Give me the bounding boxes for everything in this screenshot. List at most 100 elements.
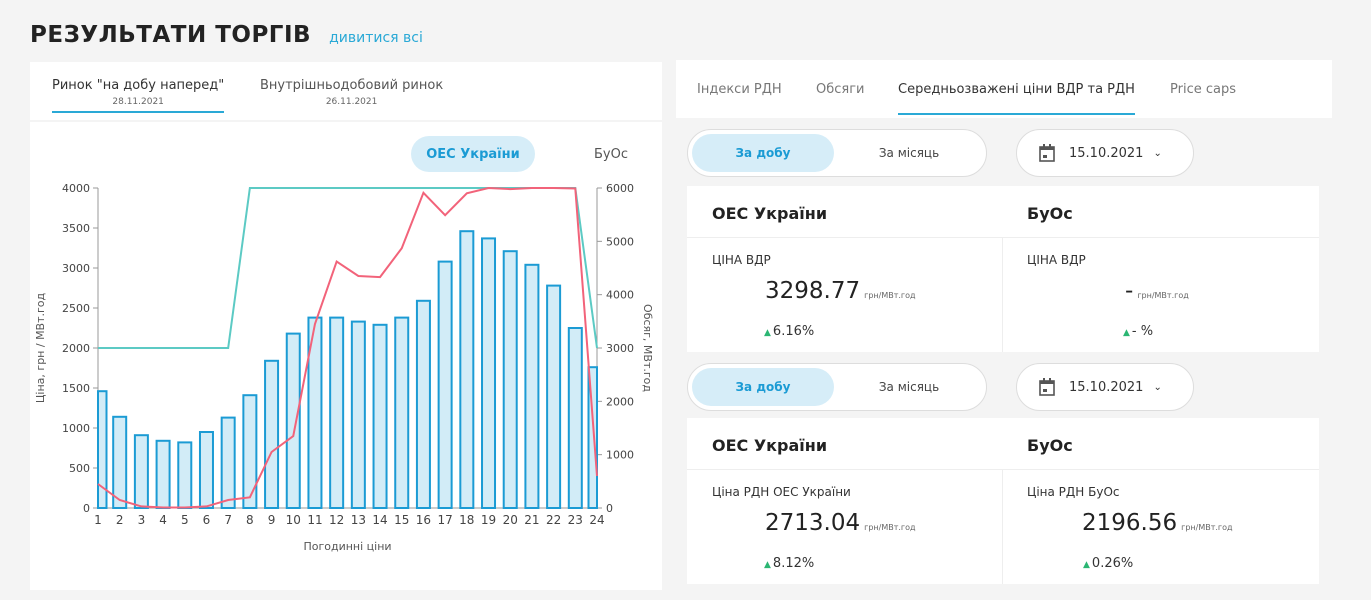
y2-tick-label: 5000 <box>606 235 634 248</box>
price-number: 2196.56 <box>1082 510 1178 536</box>
y2-tick-label: 6000 <box>606 182 634 195</box>
price-change-buos: ▲ 0.26% <box>1083 556 1133 571</box>
period-toggle-2: За добу За місяць <box>687 363 987 411</box>
price-value-buos: - грн/МВт.год <box>1125 278 1189 304</box>
price-bar <box>567 327 583 509</box>
tab-intraday-market[interactable]: Внутрішньодобовий ринок 26.11.2021 <box>260 78 443 107</box>
date-picker-2[interactable]: 15.10.2021 ⌄ <box>1016 363 1194 411</box>
panel-body: ЦІНА ВДР 3298.77 грн/МВт.год ▲ 6.16% ЦІНА … <box>687 238 1319 352</box>
y2-tick-label: 0 <box>606 502 613 515</box>
per-month-button[interactable]: За місяць <box>838 134 980 172</box>
y-tick-label: 4000 <box>62 182 90 195</box>
market-tabs: Ринок "на добу наперед" 28.11.2021 Внутр… <box>30 62 662 120</box>
x-tick-label: 1 <box>94 513 102 527</box>
triangle-up-icon: ▲ <box>1083 560 1090 570</box>
price-bar <box>264 359 280 509</box>
price-change-buos: ▲ - % <box>1123 324 1153 339</box>
tab-label: Внутрішньодобовий ринок <box>260 78 444 93</box>
x-tick-label: 22 <box>546 513 561 527</box>
x-tick-label: 19 <box>481 513 496 527</box>
per-day-button[interactable]: За добу <box>692 368 834 406</box>
y-tick-label: 500 <box>69 462 90 475</box>
price-bar <box>177 441 193 509</box>
y-tick-label: 2000 <box>62 342 90 355</box>
column-title-buos: БуОс <box>1027 436 1073 455</box>
per-day-button[interactable]: За добу <box>692 134 834 172</box>
price-bar <box>394 316 410 509</box>
right-tabs: Індекси РДН Обсяги Середньозважені ціни … <box>676 60 1332 118</box>
price-number: 3298.77 <box>765 278 861 304</box>
price-bar <box>437 260 453 509</box>
price-bar <box>133 434 149 510</box>
column-divider <box>1002 238 1003 352</box>
x-axis-label: Погодинні ціни <box>303 540 391 553</box>
y2-axis-label: Обсяг, МВт.год <box>641 304 654 392</box>
chevron-down-icon: ⌄ <box>1153 381 1162 393</box>
tab-day-ahead-market[interactable]: Ринок "на добу наперед" 28.11.2021 <box>52 78 225 113</box>
view-all-link[interactable]: дивитися всі <box>329 30 423 46</box>
price-bar <box>459 230 475 509</box>
price-bar <box>112 415 128 509</box>
y2-tick-label: 4000 <box>606 289 634 302</box>
date-value: 15.10.2021 <box>1069 145 1144 161</box>
y-tick-label: 1500 <box>62 382 90 395</box>
x-tick-label: 16 <box>416 513 431 527</box>
x-tick-label: 15 <box>394 513 409 527</box>
date-picker[interactable]: 15.10.2021 ⌄ <box>1016 129 1194 177</box>
price-bar <box>350 320 366 509</box>
price-value-buos: 2196.56 грн/МВт.год <box>1082 510 1233 536</box>
trading-results-card: Ринок "на добу наперед" 28.11.2021 Внутр… <box>30 62 662 590</box>
price-value-oes: 2713.04 грн/МВт.год <box>765 510 916 536</box>
price-bar <box>524 263 540 509</box>
calendar-icon <box>1039 378 1055 396</box>
price-label-buos: Ціна РДН БуОс <box>1027 485 1120 499</box>
x-tick-label: 6 <box>203 513 211 527</box>
x-tick-label: 23 <box>568 513 583 527</box>
tab-price-caps[interactable]: Price caps <box>1170 82 1236 97</box>
x-tick-label: 5 <box>181 513 189 527</box>
triangle-up-icon: ▲ <box>764 560 771 570</box>
column-title-oes: ОЕС України <box>712 204 828 223</box>
chart-toggle-buos[interactable]: БуОс <box>586 136 636 172</box>
x-tick-label: 11 <box>307 513 322 527</box>
x-tick-label: 24 <box>589 513 604 527</box>
price-bar <box>481 237 497 510</box>
period-toggle: За добу За місяць <box>687 129 987 177</box>
section-header: РЕЗУЛЬТАТИ ТОРГІВ дивитися всі <box>30 22 423 48</box>
triangle-up-icon: ▲ <box>764 328 771 338</box>
y-tick-label: 2500 <box>62 302 90 315</box>
chart-area: ОЕС України БуОс 0 500 1000 1500 2000 2500 300… <box>30 122 662 590</box>
x-tick-label: 3 <box>138 513 146 527</box>
y-axis-label: Ціна, грн / МВт.год <box>34 292 47 403</box>
tab-rdn-indices[interactable]: Індекси РДН <box>697 82 782 97</box>
change-value: 0.26% <box>1091 556 1134 571</box>
vdr-price-panel: ОЕС України БуОс ЦІНА ВДР 3298.77 грн/МВт… <box>687 186 1319 352</box>
y-tick-label: 1000 <box>62 422 90 435</box>
price-label-buos: ЦІНА ВДР <box>1027 253 1086 267</box>
price-change-oes: ▲ 8.12% <box>764 556 814 571</box>
x-tick-label: 8 <box>246 513 254 527</box>
price-number: 2713.04 <box>765 510 861 536</box>
tab-volumes[interactable]: Обсяги <box>816 82 865 97</box>
hourly-prices-chart: 0 500 1000 1500 2000 2500 3000 3500 4000 0 1000 200… <box>34 182 654 553</box>
x-tick-label: 20 <box>503 513 518 527</box>
chart-toggle-oes[interactable]: ОЕС України <box>411 136 535 172</box>
tab-date: 28.11.2021 <box>112 97 164 107</box>
price-bar <box>546 284 562 509</box>
panel-header: ОЕС України БуОс <box>687 186 1319 238</box>
page-title: РЕЗУЛЬТАТИ ТОРГІВ <box>30 22 312 48</box>
x-tick-label: 9 <box>268 513 276 527</box>
price-bar <box>502 250 518 509</box>
per-month-button[interactable]: За місяць <box>838 368 980 406</box>
price-bar <box>329 316 345 509</box>
tab-label: Ринок "на добу наперед" <box>52 78 225 93</box>
price-bar <box>155 439 171 509</box>
column-divider <box>1002 470 1003 584</box>
date-value: 15.10.2021 <box>1069 379 1144 395</box>
x-tick-label: 7 <box>224 513 232 527</box>
price-unit: грн/МВт.год <box>1181 523 1233 532</box>
tab-weighted-prices[interactable]: Середньозважені ціни ВДР та РДН <box>898 82 1135 115</box>
price-bar <box>220 416 236 510</box>
price-bar <box>415 299 431 509</box>
panel-body: Ціна РДН ОЕС України 2713.04 грн/МВт.год … <box>687 470 1319 584</box>
